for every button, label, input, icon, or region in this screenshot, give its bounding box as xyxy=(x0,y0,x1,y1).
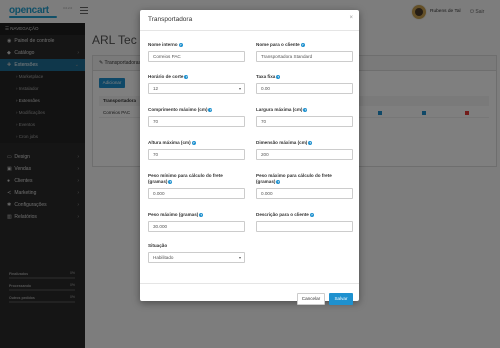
horario-corte-select[interactable]: 12 ▾ xyxy=(148,83,245,94)
admin-app: opencart 3.0.2.0 Rubens de Tal ⏻ Sair ☰ … xyxy=(0,0,500,348)
label-text: Peso mínimo para cálculo do frete xyxy=(148,173,223,178)
label-taxa-fixa: Taxa fixa? xyxy=(256,74,281,80)
taxa-fixa-input[interactable]: 0.00 xyxy=(256,83,353,94)
label-text: Largura máxima (cm) xyxy=(256,107,303,112)
help-icon: ? xyxy=(199,212,204,217)
label-text: Altura máxima (cm) xyxy=(148,140,191,145)
comprimento-input[interactable]: 70 xyxy=(148,116,245,127)
label-text: Taxa fixa xyxy=(256,74,276,79)
label-text: Horário de corte xyxy=(148,74,184,79)
label-largura: Largura máxima (cm)? xyxy=(256,107,308,113)
label-text: Nome para o cliente xyxy=(256,42,300,47)
peso-maximo-calc-input[interactable]: 0.000 xyxy=(256,188,353,199)
label-text: Comprimento máximo (cm) xyxy=(148,107,208,112)
label-horario-corte: Horário de corte? xyxy=(148,74,189,80)
save-button[interactable]: Salvar xyxy=(329,293,353,305)
close-icon[interactable]: × xyxy=(349,15,353,21)
carrier-modal: Transportadora × Nome interno? Correios … xyxy=(140,10,359,305)
label-altura: Altura máxima (cm)? xyxy=(148,140,196,146)
modal-title: Transportadora xyxy=(148,16,193,23)
label-text: Dimensão máxima (cm) xyxy=(256,140,308,145)
select-value: 12 xyxy=(153,86,159,91)
situacao-select[interactable]: Habilitado ▾ xyxy=(148,252,245,263)
label-dimensao: Dimensão máxima (cm)? xyxy=(256,140,313,146)
chevron-down-icon: ▾ xyxy=(238,255,241,260)
largura-input[interactable]: 70 xyxy=(256,116,353,127)
label-text: Nome interno xyxy=(148,42,178,47)
help-icon: ? xyxy=(168,179,173,184)
label-text: Peso máximo para cálculo do frete xyxy=(256,173,332,178)
label-text: Descrição para o cliente xyxy=(256,212,309,217)
label-peso-maximo-calc: Peso máximo para cálculo do frete (gramas… xyxy=(256,173,332,185)
help-icon: ? xyxy=(309,212,314,217)
label-text-2: (gramas) xyxy=(256,179,276,184)
help-icon: ? xyxy=(300,42,305,47)
label-nome-cliente: Nome para o cliente? xyxy=(256,42,305,48)
peso-maximo-input[interactable]: 30.000 xyxy=(148,221,245,232)
descricao-input[interactable] xyxy=(256,221,353,232)
label-text: Situação xyxy=(148,243,168,248)
chevron-down-icon: ▾ xyxy=(238,86,241,91)
peso-minimo-input[interactable]: 0.000 xyxy=(148,188,245,199)
help-icon: ? xyxy=(276,74,281,79)
modal-footer-divider xyxy=(140,283,359,284)
altura-input[interactable]: 70 xyxy=(148,149,245,160)
help-icon: ? xyxy=(184,74,189,79)
label-text-2: (gramas) xyxy=(148,179,168,184)
dimensao-input[interactable]: 200 xyxy=(256,149,353,160)
label-situacao: Situação xyxy=(148,243,167,249)
label-comprimento: Comprimento máximo (cm)? xyxy=(148,107,213,113)
help-icon: ? xyxy=(276,179,281,184)
cancel-button[interactable]: Cancelar xyxy=(297,293,325,305)
select-value: Habilitado xyxy=(153,255,174,260)
label-descricao: Descrição para o cliente? xyxy=(256,212,314,218)
help-icon: ? xyxy=(191,140,196,145)
help-icon: ? xyxy=(208,107,213,112)
nome-interno-input[interactable]: Correios PAC xyxy=(148,51,245,62)
nome-cliente-input[interactable]: Transportadora Standard xyxy=(256,51,353,62)
help-icon: ? xyxy=(308,140,313,145)
label-peso-maximo: Peso máximo (gramas)? xyxy=(148,212,204,218)
label-text: Peso máximo (gramas) xyxy=(148,212,199,217)
modal-header: Transportadora × xyxy=(140,10,359,31)
help-icon: ? xyxy=(178,42,183,47)
label-peso-minimo: Peso mínimo para cálculo do frete (gramas… xyxy=(148,173,223,185)
label-nome-interno: Nome interno? xyxy=(148,42,183,48)
help-icon: ? xyxy=(303,107,308,112)
